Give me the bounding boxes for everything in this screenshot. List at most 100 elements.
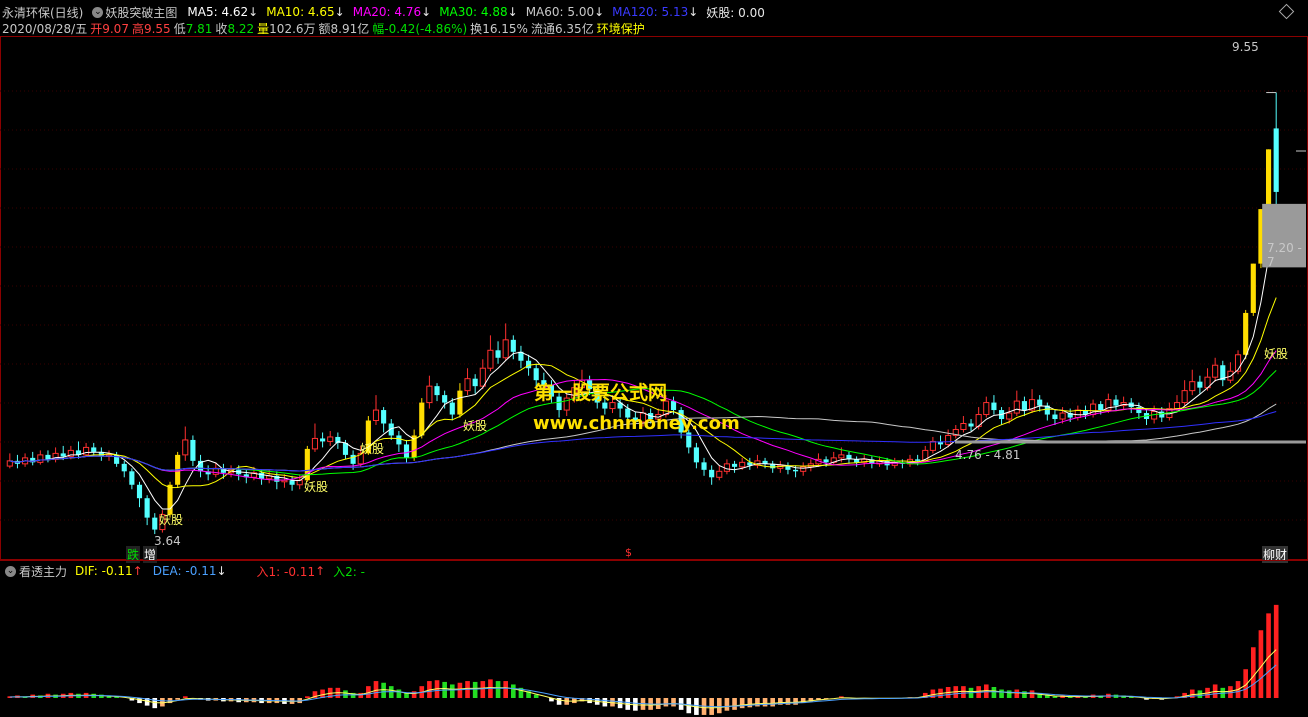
candle-body (1052, 414, 1058, 420)
high-value: 9.55 (143, 22, 171, 36)
turn-value: 16.15% (482, 22, 528, 36)
yaogu-value: 妖股: 0.00 (706, 5, 765, 20)
candle-body (1059, 412, 1066, 420)
macd-header: ⌄ 看透主力 DIF: -0.11 ↑ DEA: -0.11 ↓ 入1: -0.11… (0, 563, 365, 579)
candlestick-chart[interactable] (0, 36, 1308, 560)
low-price-label: 3.64 (154, 534, 181, 548)
yaogu-signal-5: 妖股 (1264, 347, 1289, 361)
watermark-title: 第一股票公式网 (534, 382, 668, 404)
candle-body (1250, 263, 1256, 313)
candle-body (1021, 401, 1028, 411)
low-label: 低 (173, 22, 186, 36)
quote-date: 2020/08/28/五 (2, 22, 88, 36)
yaogu-signal-1: 妖股 (159, 513, 184, 527)
in1-value: 入1: -0.11 (256, 564, 316, 579)
candle-body (60, 453, 66, 457)
candle-body (823, 459, 829, 463)
ma60-value: MA60: 5.00 (525, 5, 595, 19)
candle-body (800, 466, 807, 472)
candle-body (403, 444, 410, 458)
candle-body (487, 349, 494, 369)
dropdown-icon[interactable]: ⌄ (92, 6, 104, 18)
in1-arrow-icon: ↑ (315, 564, 326, 578)
candle-body (457, 390, 463, 415)
candle-body (983, 402, 990, 416)
amt-label: 额 (318, 22, 331, 36)
chg-label: 幅 (372, 22, 385, 36)
candle-body (1098, 404, 1104, 411)
candle-body (1189, 381, 1196, 392)
expand-icon[interactable] (1278, 3, 1295, 20)
watermark-url: www.chnmoney.com (533, 413, 740, 434)
candle-body (45, 454, 51, 460)
candle-body (731, 463, 738, 467)
candle-body (1243, 312, 1249, 355)
candle-body (83, 446, 90, 456)
ma5-arrow-icon: ↓ (248, 5, 259, 19)
amt-value: 8.91亿 (330, 22, 370, 36)
candle-body (1037, 399, 1043, 406)
candle-body (426, 385, 433, 404)
candle-body (442, 395, 448, 403)
candle-body (381, 410, 387, 424)
candle-body (212, 467, 219, 475)
candle-body (502, 339, 509, 359)
candle-body (723, 463, 730, 472)
candle-body (320, 438, 326, 442)
candle-body (1181, 390, 1188, 404)
candle-body (793, 469, 799, 472)
candle-body (1265, 149, 1272, 210)
quote-line: 2020/08/28/五 开9.07 高9.55 低7.81 收8.22 量102.6万额… (2, 20, 648, 36)
candle-body (709, 469, 715, 478)
in2-value: 入2: - (333, 564, 365, 579)
ma20-value: MA20: 4.76 (352, 5, 422, 19)
yaogu-signal-2: 妖股 (304, 480, 329, 494)
candle-body (121, 463, 127, 472)
candle-body (693, 447, 699, 463)
candle-body (449, 402, 455, 415)
close-value: 8.22 (227, 22, 255, 36)
sector-value: 环境保护 (596, 22, 645, 36)
open-label: 开 (90, 22, 103, 36)
indicator-name[interactable]: 妖股突破主图 (105, 4, 177, 21)
vol-label: 量 (257, 22, 270, 36)
candle-body (991, 402, 997, 411)
candle-body (136, 484, 143, 499)
candle-body (472, 378, 478, 387)
macd-name[interactable]: 看透主力 (19, 563, 67, 580)
high-label: 高 (131, 22, 144, 36)
candle-body (670, 401, 677, 411)
candle-body (960, 423, 967, 430)
candle-body (311, 437, 319, 450)
candle-body (289, 480, 295, 485)
dea-arrow-icon: ↓ (216, 564, 227, 578)
candle-body (190, 439, 196, 461)
macd-chart[interactable] (0, 580, 1308, 717)
ma30-value: MA30: 4.88 (439, 5, 508, 19)
chg-value: -0.42(-4.86%) (384, 22, 468, 36)
candle-body (1074, 409, 1081, 419)
candle-body (281, 479, 288, 483)
candle-body (327, 436, 334, 442)
candle-body (495, 350, 501, 358)
ma20-arrow-icon: ↓ (421, 5, 432, 19)
candle-body (144, 498, 150, 518)
range-lower-label: 4.76 - 4.81 (955, 448, 1021, 462)
close-label: 收 (215, 22, 228, 36)
dif-value: DIF: -0.11 (75, 564, 133, 578)
candle-body (419, 402, 425, 436)
bottom-tag-dollar: $ (625, 546, 632, 559)
candle-body (129, 471, 135, 485)
candle-body (258, 472, 265, 479)
candle-body (739, 461, 746, 468)
indicator-header: 永清环保(日线) ⌄ 妖股突破主图 MA5: 4.62 ↓ MA10: 4.65 ↓… (0, 4, 771, 20)
candle-body (838, 454, 845, 459)
candle-body (510, 339, 516, 352)
high-price-label: 9.55 (1232, 40, 1259, 54)
candle-body (1173, 402, 1181, 410)
dif-arrow-icon: ↑ (132, 564, 143, 578)
turn-label: 换 (470, 22, 483, 36)
macd-dropdown-icon[interactable]: ⌄ (5, 565, 16, 577)
stock-name[interactable]: 永清环保(日线) (2, 4, 83, 21)
candle-body (396, 435, 402, 445)
